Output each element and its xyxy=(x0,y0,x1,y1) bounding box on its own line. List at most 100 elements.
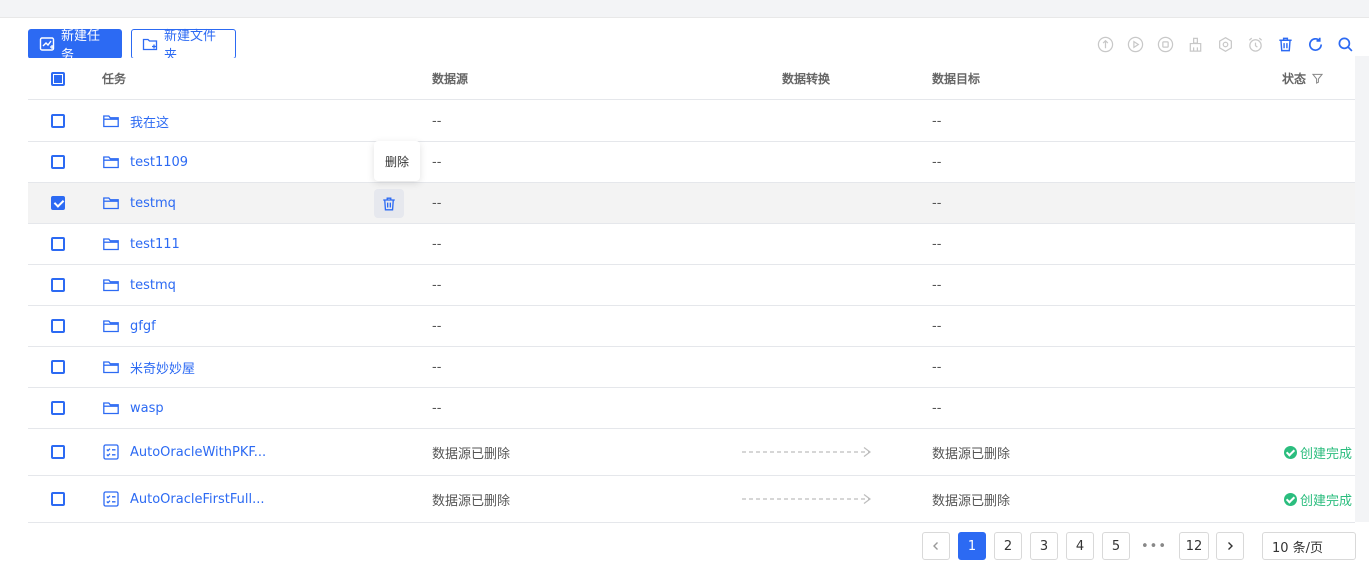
row-checkbox[interactable] xyxy=(51,237,65,251)
row-checkbox[interactable] xyxy=(51,360,65,374)
row-name-link[interactable]: 米奇妙妙屋 xyxy=(130,347,195,387)
search-button[interactable] xyxy=(1330,34,1360,54)
transform-arrow-icon xyxy=(742,476,874,522)
folder-icon xyxy=(102,358,120,376)
row-name-link[interactable]: testmq xyxy=(130,265,176,305)
row-name-link[interactable]: 我在这 xyxy=(130,101,169,141)
new-folder-icon xyxy=(142,38,158,51)
column-status[interactable]: 状态 xyxy=(1282,58,1324,100)
row-name-link[interactable]: gfgf xyxy=(130,306,156,346)
row-source: -- xyxy=(432,318,442,334)
folder-icon xyxy=(102,194,120,212)
refresh-button[interactable] xyxy=(1300,34,1330,54)
prev-page-button[interactable] xyxy=(922,532,950,560)
page-1-button[interactable]: 1 xyxy=(958,532,986,560)
task-icon xyxy=(102,443,120,461)
stop-button[interactable] xyxy=(1150,34,1180,54)
page-3-button[interactable]: 3 xyxy=(1030,532,1058,560)
row-source: -- xyxy=(432,400,442,416)
row-name-link[interactable]: AutoOracleFirstFull... xyxy=(130,476,264,522)
row-target: 数据源已删除 xyxy=(932,446,1011,462)
page-2-button[interactable]: 2 xyxy=(994,532,1022,560)
row-checkbox[interactable] xyxy=(51,155,65,169)
folder-icon xyxy=(102,276,120,294)
next-page-button[interactable] xyxy=(1216,532,1244,560)
column-source: 数据源 xyxy=(432,72,469,86)
table-row[interactable]: test1109 -- -- xyxy=(28,142,1355,183)
scroll-gutter xyxy=(1355,56,1369,522)
row-name-link[interactable]: wasp xyxy=(130,388,164,428)
row-delete-button[interactable] xyxy=(374,189,404,218)
chevron-left-icon xyxy=(933,542,938,550)
new-task-button[interactable]: 新建任务 xyxy=(28,29,122,63)
column-task: 任务 xyxy=(102,72,127,86)
table-row[interactable]: test111 -- -- xyxy=(28,224,1355,265)
row-checkbox[interactable] xyxy=(51,196,65,210)
row-target: -- xyxy=(932,277,942,293)
table-row[interactable]: testmq -- -- xyxy=(28,265,1355,306)
check-circle-icon xyxy=(1284,492,1297,506)
row-name-link[interactable]: AutoOracleWithPKF... xyxy=(130,429,266,475)
table-header: 任务 数据源 数据转换 数据目标 状态 xyxy=(28,58,1355,100)
row-name-link[interactable]: testmq xyxy=(130,183,176,223)
row-source: -- xyxy=(432,277,442,293)
table-row[interactable]: AutoOracleFirstFull... 数据源已删除 数据源已删除 创建完成 xyxy=(28,476,1355,523)
row-target: -- xyxy=(932,113,942,129)
row-checkbox[interactable] xyxy=(51,278,65,292)
status-label: 创建完成 xyxy=(1300,493,1353,509)
row-name-link[interactable]: test1109 xyxy=(130,142,188,182)
trash-icon xyxy=(383,197,395,210)
row-source: -- xyxy=(432,236,442,252)
schedule-button[interactable] xyxy=(1240,34,1270,54)
run-button[interactable] xyxy=(1120,34,1150,54)
row-source: -- xyxy=(432,113,442,129)
row-source: -- xyxy=(432,195,442,211)
folder-icon xyxy=(102,235,120,253)
page-ellipsis[interactable]: ••• xyxy=(1140,532,1168,560)
table-row[interactable]: 米奇妙妙屋 -- -- xyxy=(28,347,1355,388)
select-all-checkbox[interactable] xyxy=(51,71,65,86)
delete-tooltip: 删除 xyxy=(374,141,420,181)
row-target: -- xyxy=(932,236,942,252)
search-icon xyxy=(1338,37,1353,52)
filter-icon[interactable] xyxy=(1312,73,1324,84)
delete-button[interactable] xyxy=(1270,34,1300,54)
page-5-button[interactable]: 5 xyxy=(1102,532,1130,560)
row-checkbox[interactable] xyxy=(51,114,65,128)
table-row[interactable]: testmq -- -- xyxy=(28,183,1355,224)
folder-icon xyxy=(102,399,120,417)
row-checkbox[interactable] xyxy=(51,401,65,415)
column-target: 数据目标 xyxy=(932,72,981,86)
start-button[interactable] xyxy=(1090,34,1120,54)
row-target: -- xyxy=(932,154,942,170)
trash-icon xyxy=(1278,37,1292,51)
task-icon xyxy=(102,490,120,508)
folder-icon xyxy=(102,112,120,130)
reset-button[interactable] xyxy=(1180,34,1210,54)
row-target: -- xyxy=(932,318,942,334)
top-strip xyxy=(0,0,1369,18)
table-row[interactable]: wasp -- -- xyxy=(28,388,1355,429)
table-row[interactable]: gfgf -- -- xyxy=(28,306,1355,347)
status-badge: 创建完成 xyxy=(1284,429,1352,475)
row-checkbox[interactable] xyxy=(51,492,65,506)
row-source: 数据源已删除 xyxy=(432,446,511,462)
start-circle-icon xyxy=(1097,36,1113,52)
new-folder-button[interactable]: 新建文件夹 xyxy=(131,29,236,63)
row-name-link[interactable]: test111 xyxy=(130,224,180,264)
page-4-button[interactable]: 4 xyxy=(1066,532,1094,560)
row-source: 数据源已删除 xyxy=(432,493,511,509)
table-row[interactable]: 我在这 -- -- xyxy=(28,101,1355,142)
status-badge: 创建完成 xyxy=(1284,476,1352,522)
settings-button[interactable] xyxy=(1210,34,1240,54)
table-row[interactable]: AutoOracleWithPKF... 数据源已删除 数据源已删除 创建完成 xyxy=(28,429,1355,476)
row-target: 数据源已删除 xyxy=(932,493,1011,509)
row-checkbox[interactable] xyxy=(51,319,65,333)
page-size-select[interactable]: 10 条/页 xyxy=(1262,532,1356,560)
refresh-icon xyxy=(1308,37,1322,51)
row-target: -- xyxy=(932,195,942,211)
stop-circle-icon xyxy=(1157,36,1173,52)
row-checkbox[interactable] xyxy=(51,445,65,459)
page-last-button[interactable]: 12 xyxy=(1179,532,1209,560)
alarm-clock-icon xyxy=(1248,37,1262,52)
